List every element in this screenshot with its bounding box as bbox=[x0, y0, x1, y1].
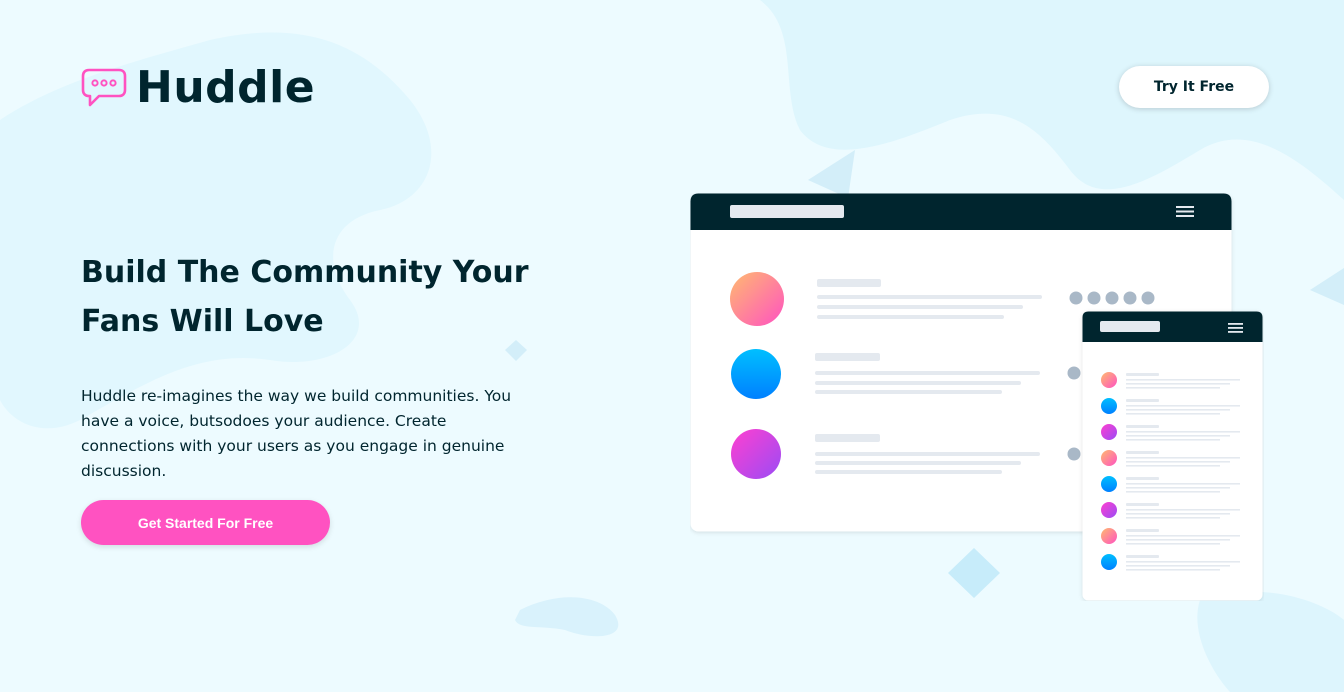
app-mockup-illustration bbox=[690, 193, 1263, 601]
hero-title: Build The Community Your Fans Will Love bbox=[81, 255, 529, 339]
get-started-button[interactable]: Get Started For Free bbox=[81, 500, 330, 545]
chat-bubble-icon bbox=[81, 68, 127, 107]
site-header: Huddle Try It Free bbox=[81, 62, 1269, 114]
small-window bbox=[1082, 311, 1263, 601]
brand-logo[interactable]: Huddle bbox=[81, 66, 315, 110]
hero-description: Huddle re-imagines the way we build comm… bbox=[81, 387, 512, 480]
brand-name: Huddle bbox=[136, 62, 316, 113]
hamburger-menu-icon-small bbox=[1228, 323, 1243, 333]
hamburger-menu-icon bbox=[1176, 206, 1194, 217]
try-it-free-button[interactable]: Try It Free bbox=[1119, 66, 1269, 108]
